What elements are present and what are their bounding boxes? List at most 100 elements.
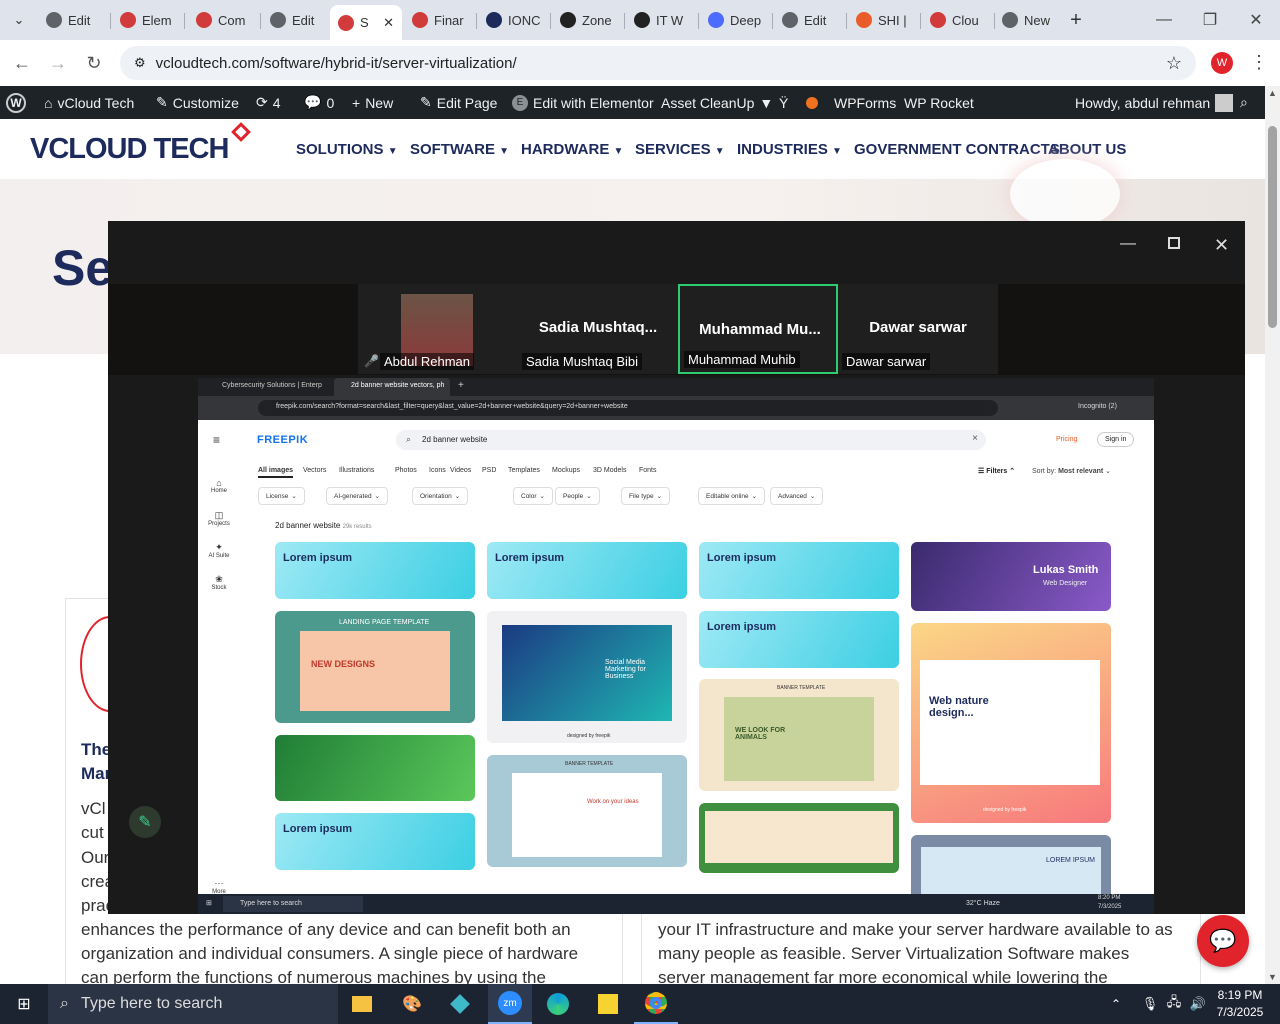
scroll-up-arrow[interactable]: ▲ [1268,88,1277,98]
freepik-category-tab[interactable]: Fonts [639,467,657,474]
result-card-4[interactable]: Lukas Smith Web Designer [911,542,1111,611]
site-logo[interactable]: VCLOUD TECH [30,122,252,166]
taskbar-clock[interactable]: 8:19 PM 7/3/2025 [1214,987,1266,1021]
network-icon[interactable]: 🖧 [1162,984,1186,1024]
paint-app-icon[interactable]: 🎨 [390,984,434,1024]
wp-customize[interactable]: ✎ Customize [156,86,239,119]
shared-tab-1[interactable]: Cybersecurity Solutions | Enterp [222,382,322,389]
incognito-label[interactable]: Incognito (2) [1078,403,1117,410]
sticky-notes-icon[interactable] [586,984,630,1024]
freepik-filter-chip[interactable]: Editable online ⌄ [698,487,766,505]
sort-dropdown[interactable]: Sort by: Most relevant ⌄ [1032,467,1111,475]
browser-menu-icon[interactable]: ⋮ [1250,52,1268,73]
result-card-2[interactable]: Lorem ipsum [487,542,687,599]
freepik-category-tab[interactable]: Icons [429,467,446,474]
zoom-app-icon[interactable]: zm [488,984,532,1024]
site-info-icon[interactable]: ⚙ [134,55,146,71]
freepik-filter-chip[interactable]: File type ⌄ [621,487,671,505]
freepik-filter-chip[interactable]: License ⌄ [258,487,305,505]
forward-button[interactable]: → [44,49,72,77]
participant-tile[interactable]: Dawar sarwar Dawar sarwar [838,284,998,374]
participant-tile[interactable]: 🎤 Abdul Rehman [358,284,518,374]
nav-menu-government-contracts[interactable]: GOVERNMENT CONTRACTS [854,141,1060,158]
freepik-category-tab[interactable]: PSD [482,467,496,474]
result-card-7[interactable]: Lorem ipsum [699,611,899,668]
new-tab-button[interactable]: + [1062,5,1090,35]
browser-tab-10[interactable]: Deep [700,5,772,35]
shared-url[interactable]: freepik.com/search?format=search&last_fi… [276,403,628,410]
freepik-side-ai-suite[interactable]: ✦ AI Suite [204,542,234,559]
freepik-category-tab[interactable]: Photos [395,467,417,474]
profile-avatar[interactable]: W [1211,52,1233,74]
zoom-close-button[interactable]: ✕ [1214,235,1229,256]
freepik-side-projects[interactable]: ◫ Projects [204,510,234,527]
wordpress-logo-icon[interactable]: W [6,86,26,119]
freepik-logo[interactable]: FREEPIK [257,434,308,446]
result-card-1[interactable]: Lorem ipsum [275,542,475,599]
freepik-category-tab[interactable]: 3D Models [593,467,626,474]
nav-menu-services[interactable]: SERVICES ▼ [635,141,725,158]
filters-button[interactable]: ☰ Filters ⌃ [978,467,1015,475]
participant-tile[interactable]: Muhammad Mu... Muhammad Muhib [678,284,838,374]
nav-menu-about-us[interactable]: ABOUT US [1048,141,1126,158]
browser-tab-3[interactable]: Com [188,5,260,35]
chrome-browser-icon[interactable] [634,984,678,1024]
browser-tab-9[interactable]: IT W [626,5,698,35]
wp-updates[interactable]: ⟳ 4 [256,86,281,119]
result-card-10[interactable] [275,735,475,801]
nav-menu-industries[interactable]: INDUSTRIES ▼ [737,141,842,158]
chat-widget-button[interactable]: 💬 [1197,915,1249,967]
minimize-button[interactable]: — [1144,6,1184,34]
pricing-link[interactable]: Pricing [1056,436,1077,443]
url-field[interactable]: ⚙ vcloudtech.com/software/hybrid-it/serv… [120,46,1196,80]
nav-menu-hardware[interactable]: HARDWARE ▼ [521,141,623,158]
search-icon[interactable]: ⌕ [1240,86,1248,119]
shared-start-icon[interactable]: ⊞ [206,899,212,907]
wp-rocket[interactable]: WP Rocket [904,86,974,119]
freepik-category-tab[interactable]: Videos [450,467,471,474]
freepik-search-box[interactable]: ⌕ 2d banner website × [396,430,986,450]
annotate-pencil-icon[interactable]: ✎ [129,806,161,838]
windows-start-button[interactable]: ⊞ [2,984,46,1024]
freepik-filter-chip[interactable]: People ⌄ [555,487,600,505]
browser-tab-12[interactable]: SHI | [848,5,920,35]
freepik-category-tab[interactable]: Templates [508,467,540,474]
browser-tab-8[interactable]: Zone [552,5,624,35]
freepik-side-more[interactable]: ⋯ More [204,878,234,895]
freepik-side-home[interactable]: ⌂ Home [204,478,234,494]
participant-tile[interactable]: Sadia Mushtaq... Sadia Mushtaq Bibi [518,284,678,374]
nav-menu-solutions[interactable]: SOLUTIONS ▼ [296,141,398,158]
wp-comments[interactable]: 💬 0 [304,86,334,119]
wp-yoast-icon[interactable]: Ÿ [779,86,788,119]
shared-task-search[interactable]: Type here to search [240,900,302,907]
back-button[interactable]: ← [8,49,36,77]
wp-elementor[interactable]: E Edit with Elementor [512,86,654,119]
freepik-filter-chip[interactable]: Color ⌄ [513,487,553,505]
browser-tab-6[interactable]: Finar [404,5,476,35]
result-card-11[interactable]: BANNER TEMPLATE Work on your ideas [487,755,687,867]
shared-tab-2[interactable]: 2d banner website vectors, ph [351,382,444,389]
browser-tab-14[interactable]: New [994,5,1066,35]
edge-browser-icon[interactable] [536,984,580,1024]
file-explorer-icon[interactable] [340,984,384,1024]
zoom-minimize-button[interactable]: — [1120,235,1136,253]
browser-tab-1[interactable]: Edit [38,5,110,35]
bookmark-star-icon[interactable]: ☆ [1166,53,1182,74]
close-window-button[interactable]: ✕ [1236,6,1276,34]
browser-tab-5[interactable]: S ✕ [330,5,402,40]
browser-tab-2[interactable]: Elem [112,5,184,35]
wp-wpforms[interactable]: WPForms [834,86,896,119]
tab-search-button[interactable]: ⌄ [4,5,34,35]
volume-icon[interactable]: 🔊 [1186,984,1210,1024]
page-scrollbar[interactable]: ▲ ▼ [1265,86,1280,984]
wp-asset-cleanup[interactable]: Asset CleanUp ▼ [661,86,773,119]
result-card-13[interactable]: Lorem ipsum [275,813,475,870]
result-card-8[interactable]: Web nature design... designed by freepik [911,623,1111,823]
freepik-menu-icon[interactable]: ≡ [213,433,220,447]
result-card-3[interactable]: Lorem ipsum [699,542,899,599]
freepik-filter-chip[interactable]: Advanced ⌄ [770,487,824,505]
browser-tab-7[interactable]: IONC [478,5,550,35]
taskbar-search-box[interactable]: ⌕ Type here to search [48,984,338,1024]
wp-new[interactable]: + New [352,86,393,119]
nav-menu-software[interactable]: SOFTWARE ▼ [410,141,509,158]
